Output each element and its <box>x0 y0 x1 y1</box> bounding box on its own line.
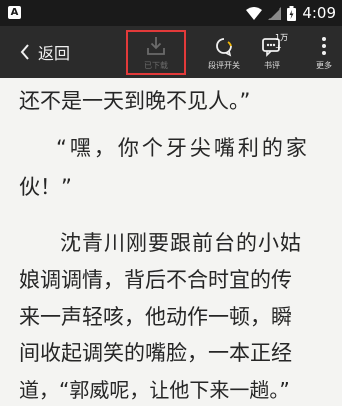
text-line: “嘿，你个牙尖嘴利的家 <box>56 136 310 160</box>
notification-icon: A <box>8 6 21 19</box>
comment-toggle-icon <box>216 38 232 57</box>
book-review-count: 1万+ <box>275 33 289 52</box>
wifi-icon <box>246 6 263 20</box>
status-bar: A 4:09 <box>0 0 342 26</box>
text-line: 来一声轻咳，他动作一顿，瞬 <box>19 305 292 329</box>
battery-icon <box>287 5 297 21</box>
text-line: 沈青川刚要跟前台的小姑 <box>60 231 302 255</box>
text-line: 伙！” <box>19 175 72 199</box>
chevron-left-icon <box>20 44 29 60</box>
book-review-button[interactable]: 1万+ 书评 <box>250 30 294 74</box>
clock: 4:09 <box>302 4 336 22</box>
comment-toggle-label: 段评开关 <box>208 61 240 70</box>
back-label: 返回 <box>38 44 71 63</box>
more-button[interactable]: 更多 <box>302 30 342 74</box>
more-label: 更多 <box>316 61 332 70</box>
signal-icon <box>268 6 282 20</box>
text-line: 还不是一天到晚不见人。” <box>19 89 251 113</box>
status-icons: 4:09 <box>246 0 336 26</box>
text-line: 间收起调笑的嘴脸，一本正经 <box>19 341 292 365</box>
more-vertical-icon <box>322 37 326 55</box>
reading-content: 还不是一天到晚不见人。” “嘿，你个牙尖嘴利的家 伙！” 沈青川刚要跟前台的小姑… <box>0 78 342 406</box>
text-line: 娘调调情，背后不合时宜的传 <box>19 268 292 292</box>
back-button[interactable]: 返回 <box>20 36 70 68</box>
highlight-box <box>126 30 186 75</box>
book-review-label: 书评 <box>264 61 280 70</box>
comment-toggle-button[interactable]: 段评开关 <box>202 30 246 74</box>
text-line: 道，“郭威呢，让他下来一趟。” <box>19 378 290 402</box>
